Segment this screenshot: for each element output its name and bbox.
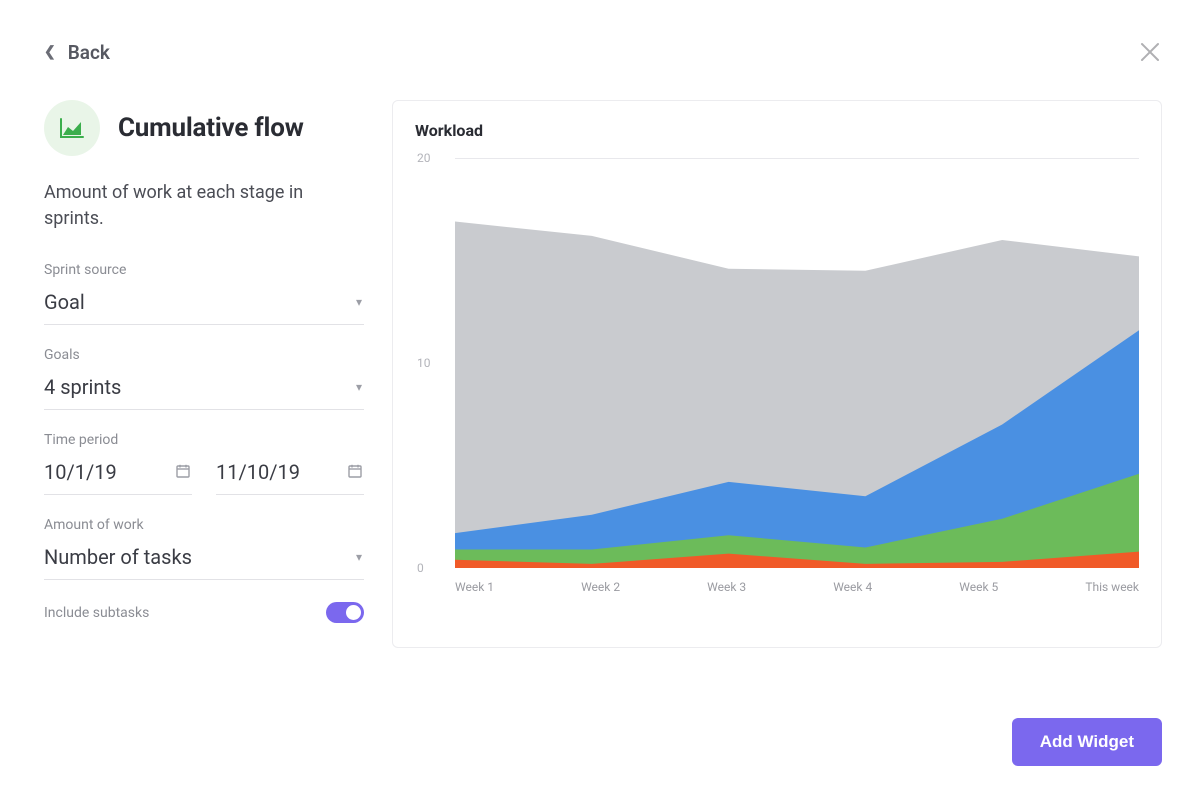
include-subtasks-label: Include subtasks xyxy=(44,605,149,621)
widget-title: Cumulative flow xyxy=(118,113,304,143)
sprint-source-value: Goal xyxy=(44,290,85,314)
config-panel: Cumulative flow Amount of work at each s… xyxy=(44,100,364,623)
include-subtasks-toggle[interactable] xyxy=(326,602,364,623)
x-axis-label: Week 4 xyxy=(833,580,872,594)
y-axis-label: 20 xyxy=(417,151,431,165)
chart-card: Workload Week 1Week 2Week 3Week 4Week 5T… xyxy=(392,100,1162,648)
sprint-source-label: Sprint source xyxy=(44,262,364,278)
x-axis-label: Week 1 xyxy=(455,580,494,594)
x-axis-label: Week 2 xyxy=(581,580,620,594)
y-axis-label: 10 xyxy=(417,356,431,370)
widget-icon-chip xyxy=(44,100,100,156)
close-button[interactable] xyxy=(1138,40,1162,64)
sprint-source-select[interactable]: Goal ▾ xyxy=(44,284,364,325)
widget-description: Amount of work at each stage in sprints. xyxy=(44,180,364,232)
chart-plot xyxy=(455,158,1139,568)
time-period-start-value: 10/1/19 xyxy=(44,460,117,484)
close-icon xyxy=(1138,40,1162,64)
x-axis-label: Week 3 xyxy=(707,580,746,594)
chevron-left-icon: ❮ xyxy=(44,44,56,60)
chart-area: Week 1Week 2Week 3Week 4Week 5This week … xyxy=(433,150,1139,590)
time-period-label: Time period xyxy=(44,432,364,448)
calendar-icon xyxy=(348,463,362,482)
chevron-down-icon: ▾ xyxy=(356,295,362,309)
calendar-icon xyxy=(176,463,190,482)
x-axis-label: Week 5 xyxy=(959,580,998,594)
add-widget-button[interactable]: Add Widget xyxy=(1012,718,1162,766)
chevron-down-icon: ▾ xyxy=(356,550,362,564)
goals-label: Goals xyxy=(44,347,364,363)
x-axis-label: This week xyxy=(1085,580,1139,594)
time-period-end-value: 11/10/19 xyxy=(216,460,300,484)
chevron-down-icon: ▾ xyxy=(356,380,362,394)
goals-select[interactable]: 4 sprints ▾ xyxy=(44,369,364,410)
y-axis-label: 0 xyxy=(417,561,424,575)
area-chart-icon xyxy=(59,117,85,139)
time-period-start-input[interactable]: 10/1/19 xyxy=(44,454,192,495)
amount-of-work-select[interactable]: Number of tasks ▾ xyxy=(44,539,364,580)
amount-of-work-label: Amount of work xyxy=(44,517,364,533)
back-label: Back xyxy=(68,41,110,64)
goals-value: 4 sprints xyxy=(44,375,121,399)
time-period-end-input[interactable]: 11/10/19 xyxy=(216,454,364,495)
chart-title: Workload xyxy=(415,121,1139,140)
amount-of-work-value: Number of tasks xyxy=(44,545,192,569)
back-button[interactable]: ❮ Back xyxy=(44,41,110,64)
